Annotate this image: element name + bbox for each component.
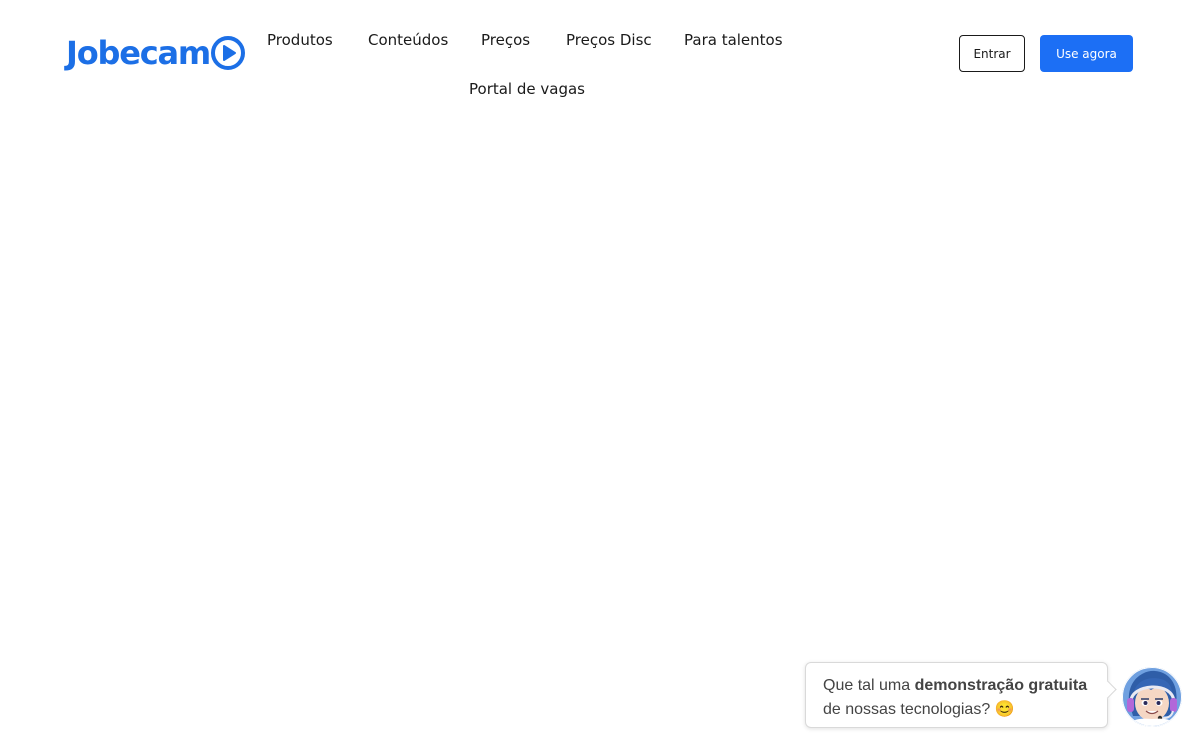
logo-text: Jobecam	[66, 34, 211, 72]
nav-item-portal-de-vagas[interactable]: Portal de vagas	[469, 80, 585, 98]
entrar-button[interactable]: Entrar	[959, 35, 1025, 72]
chat-prompt-bubble[interactable]: Que tal uma demonstração gratuita de nos…	[805, 662, 1117, 728]
nav-item-conteudos[interactable]: Conteúdos	[368, 31, 448, 49]
nav-item-para-talentos[interactable]: Para talentos	[684, 31, 783, 49]
jobecam-logo[interactable]: Jobecam	[66, 33, 246, 73]
nav-item-produtos[interactable]: Produtos	[267, 31, 333, 49]
nav-item-precos[interactable]: Preços	[481, 31, 530, 49]
page: Jobecam Produtos Conteúdos Preços Preços…	[0, 0, 1200, 750]
chat-text-part2: de nossas tecnologias? 😊	[823, 701, 1015, 718]
chat-text-part1: Que tal uma	[823, 677, 915, 694]
use-agora-button[interactable]: Use agora	[1040, 35, 1133, 72]
chat-bubble-arrow	[1098, 680, 1117, 699]
chat-text-highlight: demonstração gratuita	[914, 677, 1088, 694]
play-circle-icon	[211, 36, 246, 70]
assistant-avatar-icon[interactable]	[1121, 666, 1183, 728]
nav-item-precos-disc[interactable]: Preços Disc	[566, 31, 652, 49]
